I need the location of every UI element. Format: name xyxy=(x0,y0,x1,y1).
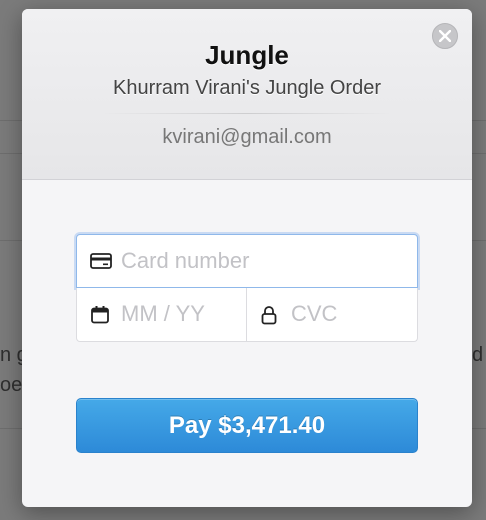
payment-form xyxy=(76,234,418,342)
cvc-field[interactable] xyxy=(247,288,418,342)
card-number-input[interactable] xyxy=(121,235,401,287)
expiry-input[interactable] xyxy=(121,288,231,340)
calendar-icon xyxy=(91,306,109,324)
card-number-field[interactable] xyxy=(76,234,418,288)
pay-button[interactable]: Pay $3,471.40 xyxy=(76,398,418,453)
merchant-name: Jungle xyxy=(205,40,289,70)
header-divider xyxy=(102,113,392,114)
order-description: Khurram Virani's Jungle Order xyxy=(112,77,381,99)
bg-text: d b xyxy=(472,344,486,366)
checkout-modal: Jungle Khurram Virani's Jungle Order kvi… xyxy=(22,9,472,507)
lock-icon xyxy=(261,306,277,325)
credit-card-icon xyxy=(90,253,112,269)
cvc-input[interactable] xyxy=(291,288,401,340)
customer-email[interactable]: kvirani@gmail.com xyxy=(22,126,472,149)
bg-text: oe xyxy=(0,374,23,396)
card-details-row xyxy=(76,288,418,342)
modal-header: Jungle Khurram Virani's Jungle Order kvi… xyxy=(22,9,472,180)
expiry-field[interactable] xyxy=(76,288,247,342)
